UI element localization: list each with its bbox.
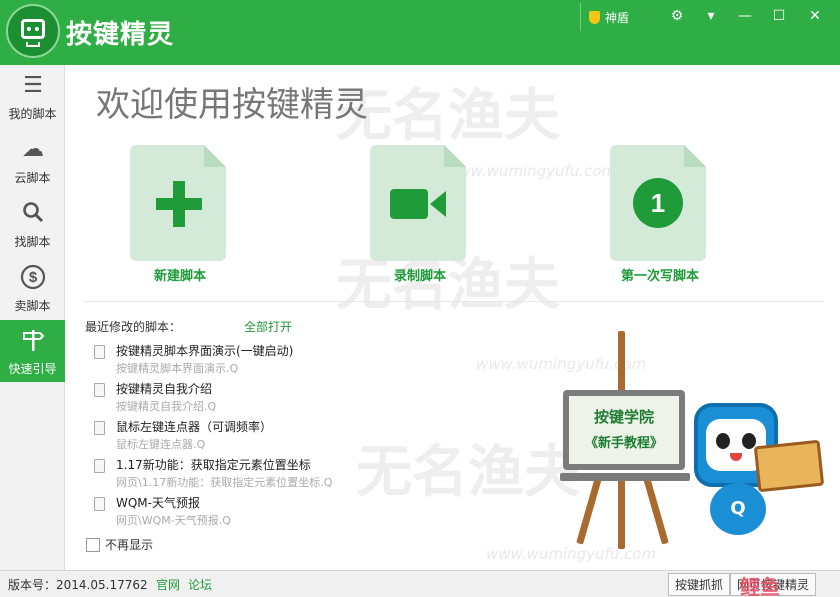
recent-script-item[interactable]: 按键精灵脚本界面演示(一键启动) 按键精灵脚本界面演示.Q bbox=[94, 342, 394, 378]
shield-label: 神盾 bbox=[605, 10, 630, 25]
divider bbox=[84, 301, 824, 302]
list-icon: ☰ bbox=[23, 73, 43, 98]
first-script-button[interactable]: 1 bbox=[610, 145, 706, 261]
recent-script-path: 按键精灵自我介绍.Q bbox=[116, 400, 217, 413]
academy-subtitle: 《新手教程》 bbox=[584, 436, 663, 451]
cloud-icon: ☁ bbox=[22, 137, 44, 162]
minimize-icon[interactable]: — bbox=[730, 3, 760, 29]
recent-script-name[interactable]: 鼠标左键连点器（可调频率） bbox=[116, 418, 272, 435]
sidebar-item-cloud-scripts[interactable]: ☁ 云脚本 bbox=[0, 129, 65, 191]
sidebar-item-label: 我的脚本 bbox=[8, 107, 57, 121]
menu-dropdown-icon[interactable]: ▾ bbox=[696, 3, 726, 29]
do-not-show-again[interactable]: 不再显示 bbox=[86, 536, 153, 553]
open-all-link[interactable]: 全部打开 bbox=[244, 318, 292, 335]
script-file-icon bbox=[94, 345, 105, 359]
official-site-link[interactable]: 官网 bbox=[156, 576, 180, 593]
script-file-icon bbox=[94, 497, 105, 511]
svg-text:1: 1 bbox=[651, 188, 665, 218]
forum-link[interactable]: 论坛 bbox=[188, 576, 212, 593]
script-file-icon bbox=[94, 421, 105, 435]
sidebar-item-label: 找脚本 bbox=[14, 235, 51, 249]
sidebar-item-quick-guide[interactable]: 快速引导 bbox=[0, 320, 65, 382]
version-label: 版本号：2014.05.17762 bbox=[8, 578, 148, 592]
app-logo-icon bbox=[6, 4, 60, 58]
sidebar-item-label: 快速引导 bbox=[8, 362, 57, 376]
search-icon bbox=[19, 200, 47, 228]
signpost-icon bbox=[19, 327, 47, 355]
first-script-label[interactable]: 第一次写脚本 bbox=[590, 265, 730, 284]
recent-script-path: 鼠标左键连点器.Q bbox=[116, 438, 206, 451]
recent-script-item[interactable]: 按键精灵自我介绍 按键精灵自我介绍.Q bbox=[94, 380, 394, 416]
recent-script-path: 网页\1.17新功能：获取指定元素位置坐标.Q bbox=[116, 476, 333, 489]
easel-leg-icon bbox=[642, 473, 669, 545]
status-bar: 版本号：2014.05.17762 官网 论坛 按键抓抓 网页按键精灵 鲤鱼 bbox=[0, 570, 840, 597]
recent-script-name[interactable]: WQM-天气预报 bbox=[116, 494, 200, 511]
academy-title: 按键学院 bbox=[593, 408, 654, 426]
do-not-show-checkbox[interactable] bbox=[86, 537, 100, 552]
sidebar-item-sell-scripts[interactable]: $ 卖脚本 bbox=[0, 257, 65, 319]
title-bar: 按键精灵 神盾 ⚙ ▾ — ☐ ✕ bbox=[0, 0, 840, 65]
dollar-icon: $ bbox=[19, 264, 47, 292]
sidebar-item-my-scripts[interactable]: ☰ 我的脚本 bbox=[0, 65, 65, 127]
open-book-icon bbox=[753, 439, 825, 493]
recent-script-name[interactable]: 1.17新功能：获取指定元素位置坐标 bbox=[116, 456, 311, 473]
video-camera-icon bbox=[390, 189, 446, 219]
recent-scripts-label: 最近修改的脚本： bbox=[85, 320, 182, 334]
academy-board[interactable]: 按键学院 《新手教程》 bbox=[563, 390, 685, 470]
sidebar: ☰ 我的脚本 ☁ 云脚本 找脚本 $ 卖脚本 快速引导 bbox=[0, 65, 65, 570]
script-file-icon bbox=[94, 459, 105, 473]
new-script-label[interactable]: 新建脚本 bbox=[110, 265, 250, 284]
brand-watermark: 鲤鱼 bbox=[740, 575, 780, 597]
watermark-url: www.wumingyufu.com bbox=[486, 545, 657, 563]
page-title: 欢迎使用按键精灵 bbox=[96, 85, 368, 125]
close-icon[interactable]: ✕ bbox=[800, 3, 830, 29]
easel-tray-icon bbox=[560, 473, 690, 481]
plus-icon bbox=[156, 181, 202, 227]
app-title: 按键精灵 bbox=[66, 20, 175, 50]
record-script-button[interactable] bbox=[370, 145, 466, 261]
number-one-icon: 1 bbox=[633, 178, 683, 228]
recent-script-path: 按键精灵脚本界面演示.Q bbox=[116, 362, 239, 375]
recent-script-name[interactable]: 按键精灵自我介绍 bbox=[116, 380, 212, 397]
recent-script-path: 网页\WQM-天气预报.Q bbox=[116, 514, 231, 527]
mascot-body: Q bbox=[710, 483, 766, 535]
sidebar-item-find-scripts[interactable]: 找脚本 bbox=[0, 193, 65, 255]
easel-top-icon bbox=[618, 331, 625, 393]
recent-script-item[interactable]: WQM-天气预报 网页\WQM-天气预报.Q bbox=[94, 494, 394, 530]
settings-gear-icon[interactable]: ⚙ bbox=[662, 3, 692, 29]
recent-script-item[interactable]: 鼠标左键连点器（可调频率） 鼠标左键连点器.Q bbox=[94, 418, 394, 454]
tab-grab-tool[interactable]: 按键抓抓 bbox=[667, 573, 730, 596]
record-script-label[interactable]: 录制脚本 bbox=[350, 265, 490, 284]
do-not-show-label: 不再显示 bbox=[105, 538, 154, 552]
main-panel: 无名渔夫 无名渔夫 无名渔夫 www.wumingyufu.com www.wu… bbox=[66, 65, 840, 570]
sidebar-item-label: 卖脚本 bbox=[14, 299, 51, 313]
svg-text:$: $ bbox=[29, 269, 38, 286]
watermark-url: www.wumingyufu.com bbox=[446, 162, 617, 180]
maximize-icon[interactable]: ☐ bbox=[764, 3, 794, 29]
recent-script-item[interactable]: 1.17新功能：获取指定元素位置坐标 网页\1.17新功能：获取指定元素位置坐标… bbox=[94, 456, 394, 492]
script-file-icon bbox=[94, 383, 105, 397]
new-script-button[interactable] bbox=[130, 145, 226, 261]
shield-icon bbox=[589, 10, 600, 24]
easel-leg-icon bbox=[576, 473, 603, 545]
recent-script-name[interactable]: 按键精灵脚本界面演示(一键启动) bbox=[116, 342, 293, 359]
shield-button[interactable]: 神盾 bbox=[580, 3, 642, 31]
easel-leg-icon bbox=[618, 475, 625, 549]
sidebar-item-label: 云脚本 bbox=[14, 171, 51, 185]
watermark-text: 无名渔夫 bbox=[336, 84, 560, 149]
